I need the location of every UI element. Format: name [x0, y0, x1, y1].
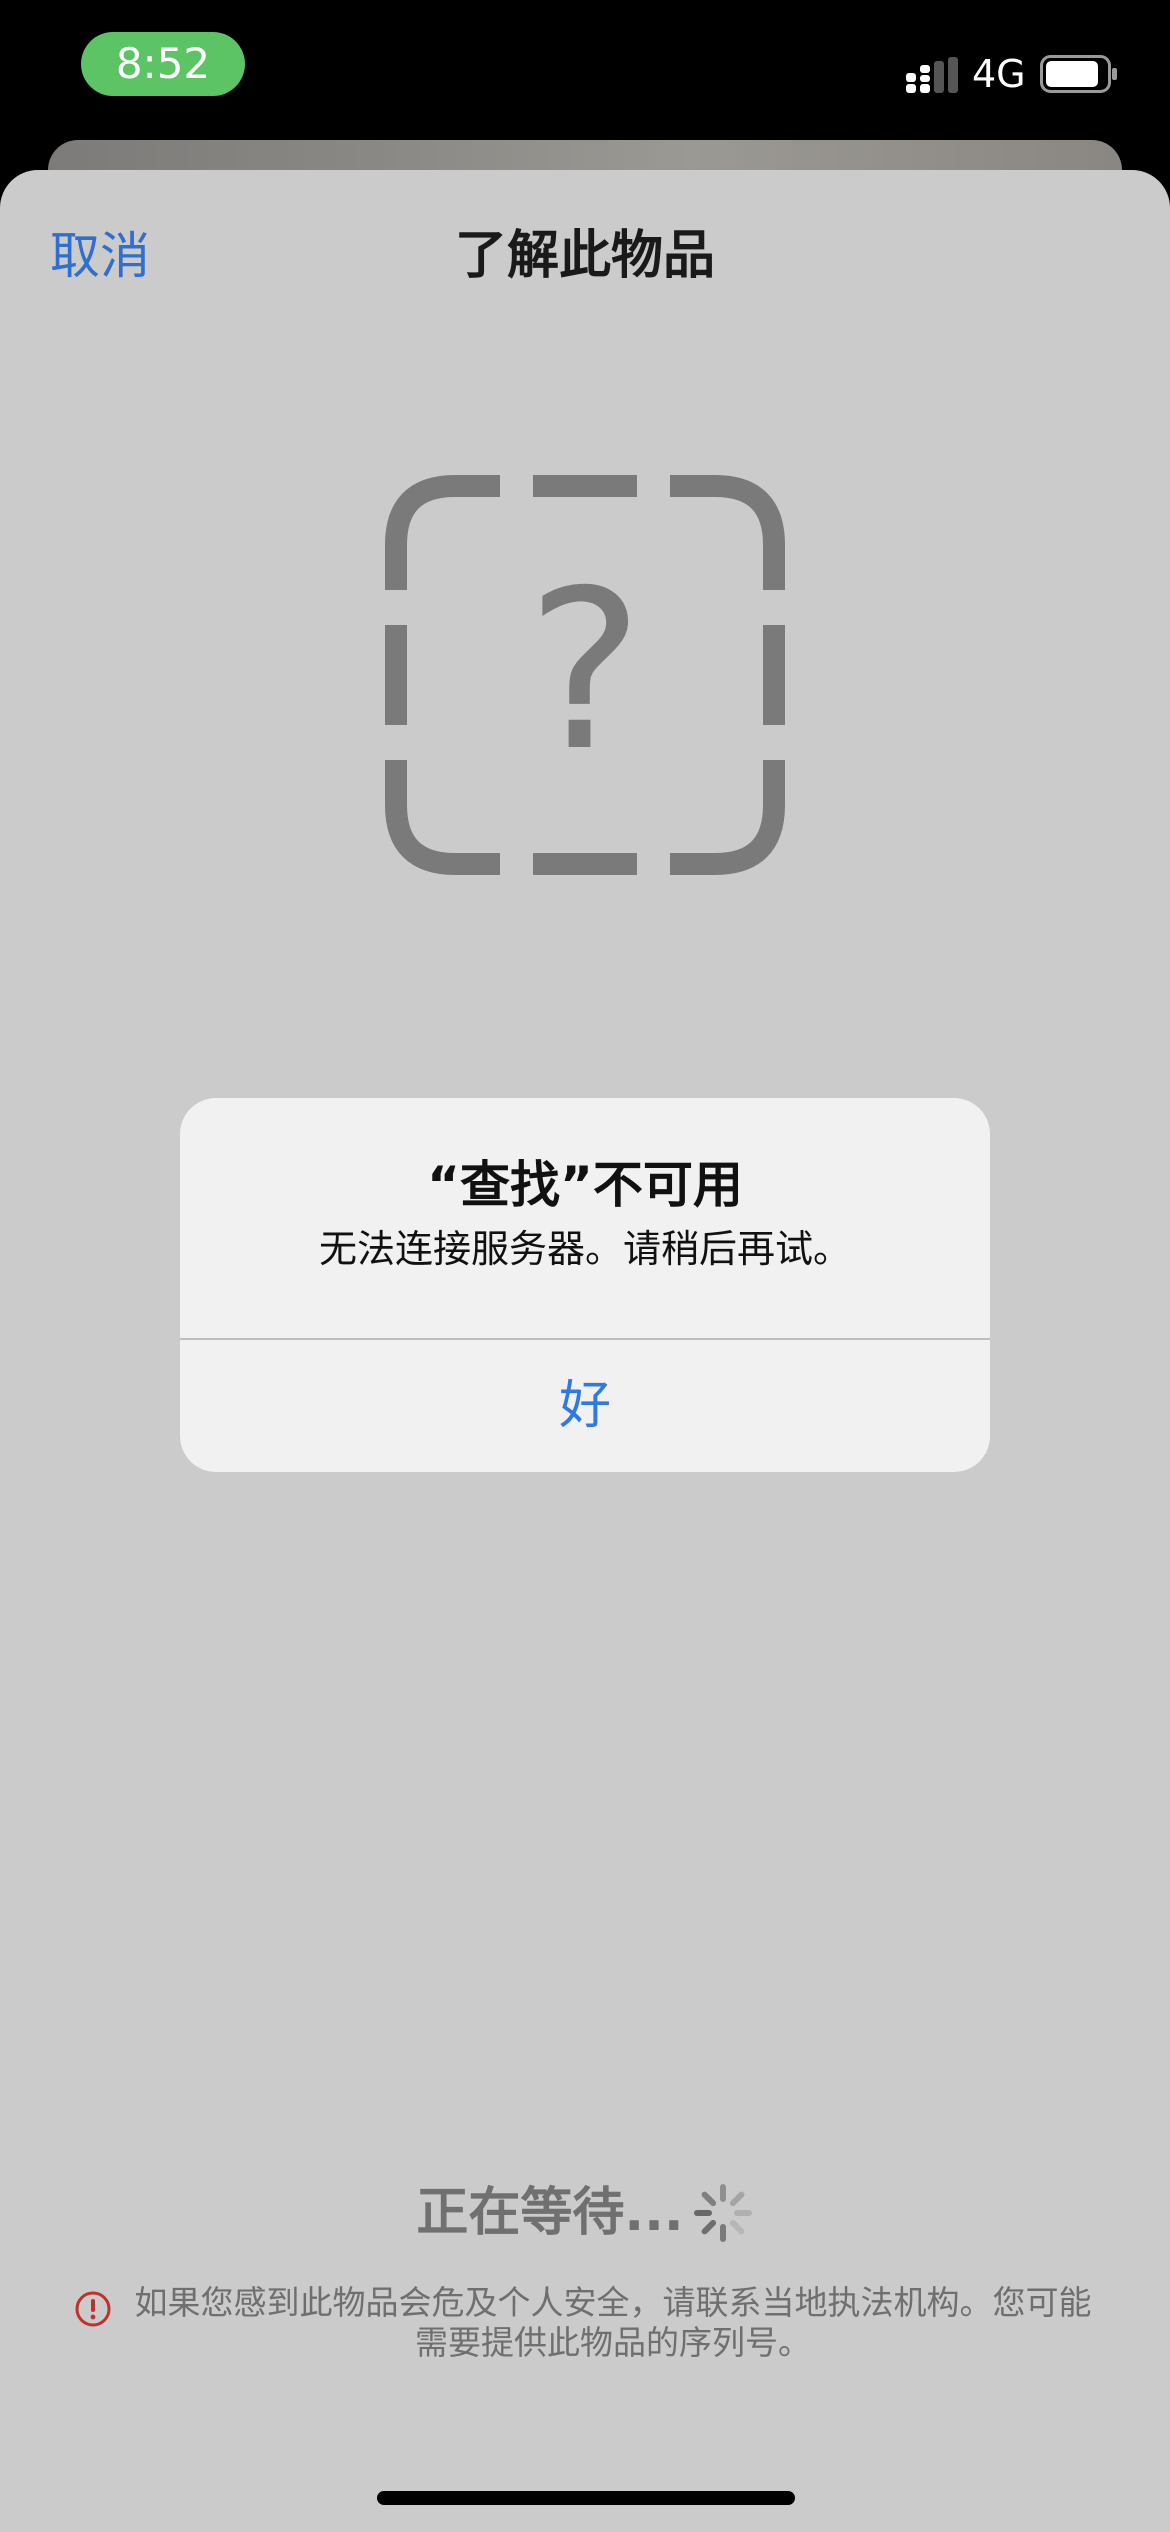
- safety-note: 如果您感到此物品会危及个人安全，请联系当地执法机构。您可能需要提供此物品的序列号…: [74, 2283, 1104, 2363]
- waiting-label: 正在等待...: [416, 2183, 684, 2243]
- alert-ok-button[interactable]: 好: [180, 1340, 990, 1472]
- status-time[interactable]: 8:52: [81, 32, 245, 96]
- battery-icon: [1040, 55, 1117, 93]
- alert-message: 无法连接服务器。请稍后再试。: [318, 1227, 851, 1271]
- exclamation-circle-icon: [75, 2291, 111, 2327]
- home-indicator[interactable]: [377, 2491, 795, 2505]
- question-mark-dashed-square-icon: ?: [385, 475, 785, 875]
- loading-spinner-icon: [693, 2184, 752, 2242]
- cellular-signal-icon: [906, 57, 958, 93]
- status-bar: 8:52 4G: [0, 0, 1170, 150]
- waiting-status: 正在等待...: [0, 2175, 1170, 2251]
- alert-title: “查找”不可用: [427, 1156, 743, 1214]
- page-title: 了解此物品: [454, 226, 715, 286]
- network-type: 4G: [972, 52, 1026, 96]
- alert-dialog: “查找”不可用 无法连接服务器。请稍后再试。 好: [180, 1098, 990, 1472]
- svg-text:?: ?: [527, 543, 644, 799]
- safety-note-text: 如果您感到此物品会危及个人安全，请联系当地执法机构。您可能需要提供此物品的序列号…: [134, 2283, 1092, 2362]
